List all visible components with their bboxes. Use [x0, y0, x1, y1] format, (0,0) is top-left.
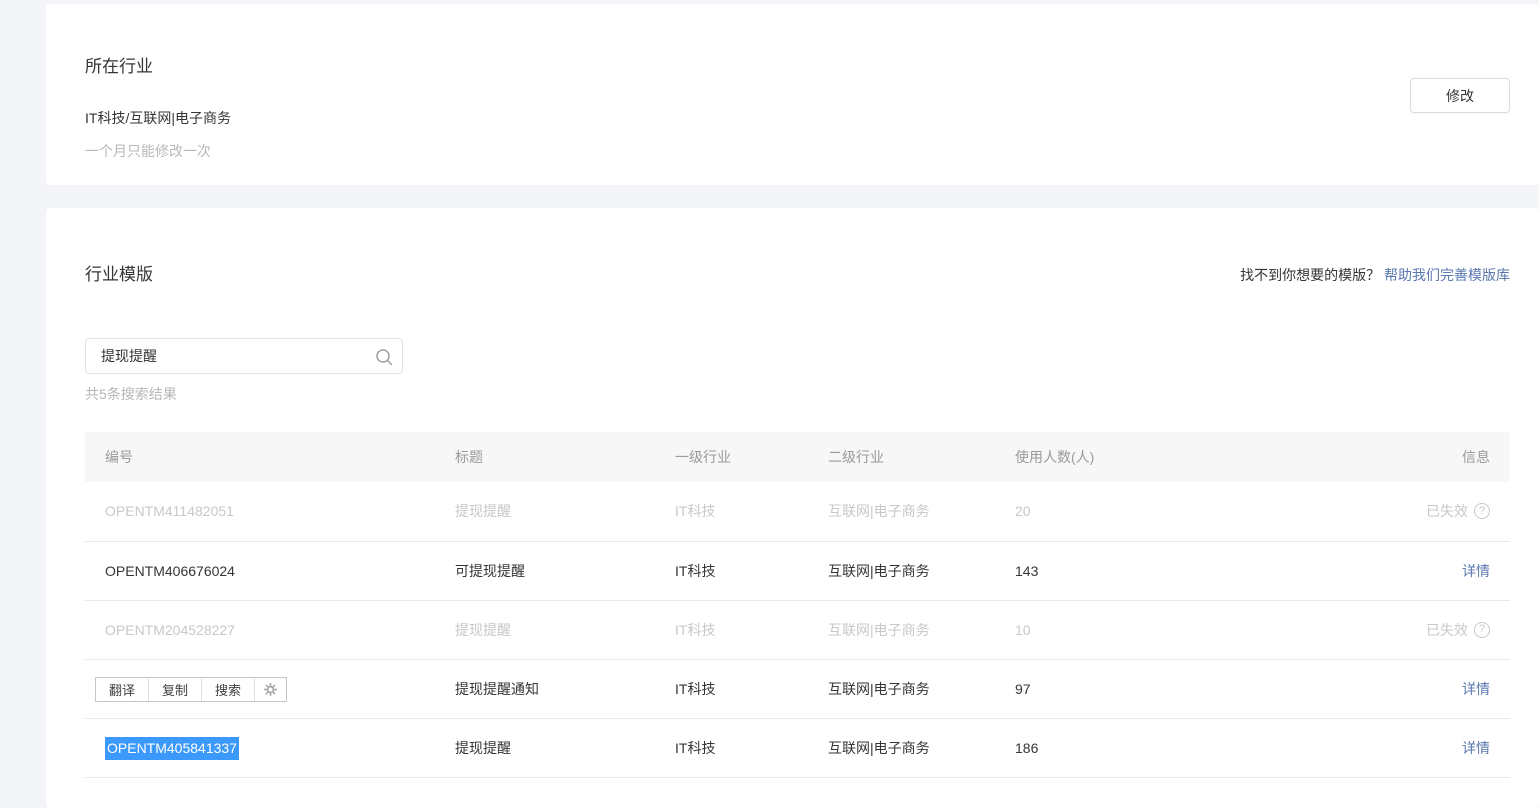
secondary-industry: 互联网|电子商务 — [808, 659, 995, 718]
column-header-title: 标题 — [435, 432, 655, 482]
primary-industry: IT科技 — [655, 600, 808, 659]
users-count: 143 — [995, 541, 1255, 600]
users-count: 186 — [995, 718, 1255, 777]
template-name: 提现提醒 — [435, 482, 655, 541]
column-header-users: 使用人数(人) — [995, 432, 1255, 482]
table-row: OPENTM405841337 提现提醒 IT科技 互联网|电子商务 186 详… — [85, 718, 1510, 777]
column-header-secondary-industry: 二级行业 — [808, 432, 995, 482]
table-row: OPENTM411482051 提现提醒 IT科技 互联网|电子商务 20 已失… — [85, 482, 1510, 541]
help-prompt: 找不到你想要的模版？ — [1240, 267, 1380, 283]
template-search-input[interactable] — [86, 339, 356, 373]
expired-status: 已失效 ? — [1426, 620, 1490, 640]
improve-template-library-link[interactable]: 帮助我们完善模版库 — [1384, 267, 1510, 283]
column-header-primary-industry: 一级行业 — [655, 432, 808, 482]
template-name: 可提现提醒 — [435, 541, 655, 600]
current-industry-value: IT科技/互联网|电子商务 — [85, 111, 1510, 125]
search-result-summary: 共5条搜索结果 — [85, 386, 1510, 403]
detail-link[interactable]: 详情 — [1462, 740, 1490, 756]
expired-label: 已失效 — [1426, 501, 1468, 521]
secondary-industry: 互联网|电子商务 — [808, 482, 995, 541]
table-row: OPENTM206855077 提现提醒通知 IT科技 互联网|电子商务 97 … — [85, 659, 1510, 718]
menu-item-search[interactable]: 搜索 — [202, 678, 255, 701]
template-id: OPENTM406676024 — [85, 541, 435, 600]
secondary-industry: 互联网|电子商务 — [808, 541, 995, 600]
menu-item-translate[interactable]: 翻译 — [96, 678, 149, 701]
question-circle-icon[interactable]: ? — [1474, 503, 1490, 519]
modify-industry-button[interactable]: 修改 — [1410, 78, 1510, 113]
detail-link[interactable]: 详情 — [1462, 681, 1490, 697]
table-row: OPENTM406676024 可提现提醒 IT科技 互联网|电子商务 143 … — [85, 541, 1510, 600]
primary-industry: IT科技 — [655, 482, 808, 541]
column-header-info: 信息 — [1255, 432, 1510, 482]
secondary-industry: 互联网|电子商务 — [808, 718, 995, 777]
template-id: OPENTM204528227 — [85, 600, 435, 659]
template-card-header: 行业模版 找不到你想要的模版？ 帮助我们完善模版库 — [85, 252, 1510, 298]
selected-template-id: OPENTM405841337 — [105, 737, 239, 760]
template-id: OPENTM411482051 — [85, 482, 435, 541]
industry-title: 所在行业 — [85, 58, 1510, 76]
template-title: 行业模版 — [85, 266, 153, 284]
primary-industry: IT科技 — [655, 718, 808, 777]
table-header-row: 编号 标题 一级行业 二级行业 使用人数(人) 信息 — [85, 432, 1510, 482]
industry-template-card: 行业模版 找不到你想要的模版？ 帮助我们完善模版库 共5条搜索结果 — [46, 208, 1539, 808]
industry-note: 一个月只能修改一次 — [85, 144, 1510, 158]
expired-label: 已失效 — [1426, 620, 1468, 640]
column-header-id: 编号 — [85, 432, 435, 482]
question-circle-icon[interactable]: ? — [1474, 622, 1490, 638]
template-name: 提现提醒 — [435, 718, 655, 777]
expired-status: 已失效 ? — [1426, 501, 1490, 521]
gear-icon[interactable] — [255, 678, 286, 701]
users-count: 97 — [995, 659, 1255, 718]
primary-industry: IT科技 — [655, 541, 808, 600]
industry-card: 所在行业 IT科技/互联网|电子商务 一个月只能修改一次 修改 — [46, 4, 1539, 185]
detail-link[interactable]: 详情 — [1462, 563, 1490, 579]
users-count: 20 — [995, 482, 1255, 541]
users-count: 10 — [995, 600, 1255, 659]
template-search-box — [85, 338, 403, 374]
secondary-industry: 互联网|电子商务 — [808, 600, 995, 659]
template-table: 编号 标题 一级行业 二级行业 使用人数(人) 信息 OPENTM4114820… — [85, 432, 1510, 778]
text-selection-context-menu: 翻译 复制 搜索 — [95, 677, 287, 702]
template-help-text: 找不到你想要的模版？ 帮助我们完善模版库 — [1240, 265, 1510, 285]
menu-item-copy[interactable]: 复制 — [149, 678, 202, 701]
template-name: 提现提醒 — [435, 600, 655, 659]
primary-industry: IT科技 — [655, 659, 808, 718]
table-row: OPENTM204528227 提现提醒 IT科技 互联网|电子商务 10 已失… — [85, 600, 1510, 659]
template-name: 提现提醒通知 — [435, 659, 655, 718]
search-icon[interactable] — [374, 347, 394, 367]
